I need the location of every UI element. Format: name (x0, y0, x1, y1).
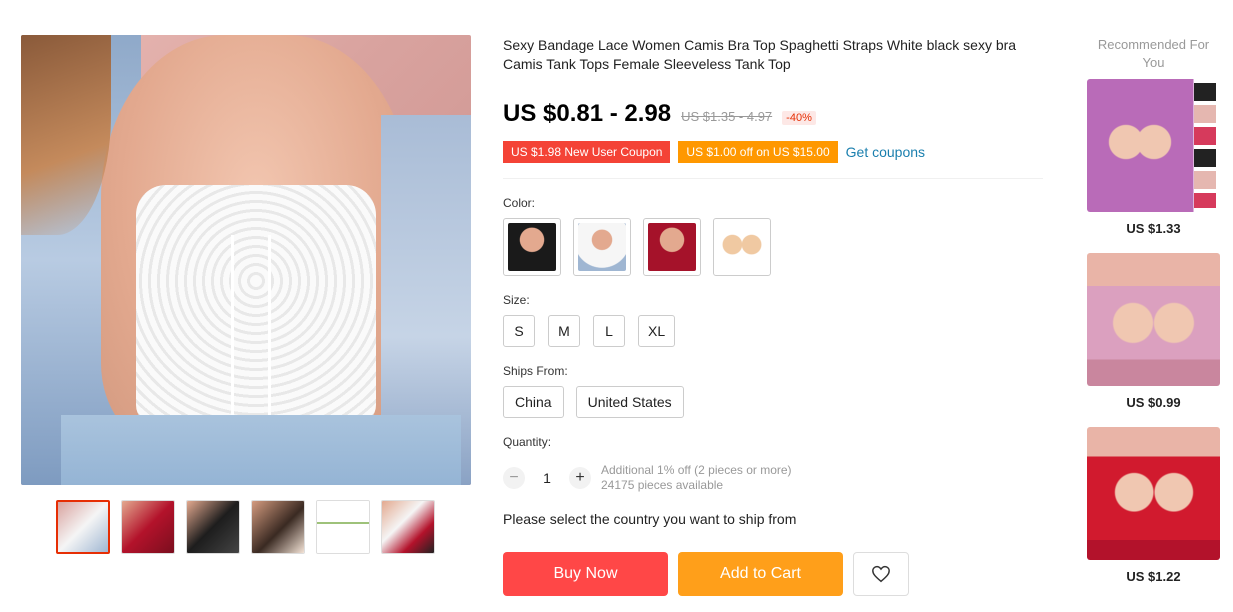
size-option-s[interactable]: S (503, 315, 535, 347)
thumbnail-2[interactable] (121, 500, 175, 554)
ships-from-options: China United States (503, 386, 684, 418)
get-coupons-link[interactable]: Get coupons (846, 144, 925, 160)
recommended-item-price: US $1.22 (1126, 569, 1181, 584)
ships-from-china[interactable]: China (503, 386, 564, 418)
thumbnail-strip (56, 500, 435, 554)
quantity-label: Quantity: (503, 435, 552, 449)
thumbnail-4[interactable] (251, 500, 305, 554)
size-label: Size: (503, 293, 530, 307)
stock-available-text: 24175 pieces available (601, 478, 724, 492)
recommended-item[interactable]: US $0.99 (1087, 253, 1220, 410)
quantity-increase-button[interactable]: + (569, 467, 591, 489)
thumbnail-1[interactable] (56, 500, 110, 554)
store-coupon[interactable]: US $1.00 off on US $15.00 (678, 141, 838, 163)
recommended-item[interactable]: US $1.22 (1087, 427, 1220, 584)
quantity-info: Additional 1% off (2 pieces or more) 241… (601, 463, 792, 493)
buy-now-button[interactable]: Buy Now (503, 552, 668, 596)
bulk-discount-text: Additional 1% off (2 pieces or more) (601, 463, 792, 477)
ships-from-label: Ships From: (503, 364, 568, 378)
recommended-item[interactable]: US $1.33 (1087, 79, 1220, 236)
main-product-image[interactable] (21, 35, 471, 485)
color-option-red[interactable] (643, 218, 701, 276)
size-option-l[interactable]: L (593, 315, 625, 347)
color-options (503, 218, 771, 276)
quantity-stepper: − 1 + Additional 1% off (2 pieces or mor… (503, 463, 792, 493)
ship-country-message: Please select the country you want to sh… (503, 511, 797, 527)
quantity-value[interactable]: 1 (525, 470, 569, 486)
coupon-row: US $1.98 New User Coupon US $1.00 off on… (503, 141, 925, 163)
recommended-item-price: US $1.33 (1126, 221, 1181, 236)
wishlist-button[interactable] (853, 552, 909, 596)
size-options: S M L XL (503, 315, 676, 347)
recommended-title: Recommended For You (1097, 37, 1210, 70)
discount-badge: -40% (782, 111, 816, 125)
add-to-cart-button[interactable]: Add to Cart (678, 552, 843, 596)
color-option-black[interactable] (503, 218, 561, 276)
heart-icon (872, 565, 890, 583)
recommended-item-image (1087, 253, 1220, 386)
original-price: US $1.35 - 4.97 (681, 109, 773, 124)
price-row: US $0.81 - 2.98 US $1.35 - 4.97 -40% (503, 100, 816, 128)
recommended-item-image (1087, 79, 1220, 212)
color-option-nude[interactable] (713, 218, 771, 276)
current-price: US $0.81 - 2.98 (503, 100, 672, 127)
product-title: Sexy Bandage Lace Women Camis Bra Top Sp… (503, 37, 1017, 72)
divider (503, 178, 1043, 179)
size-option-m[interactable]: M (548, 315, 580, 347)
recommended-item-price: US $0.99 (1126, 395, 1181, 410)
color-option-white[interactable] (573, 218, 631, 276)
size-option-xl[interactable]: XL (638, 315, 676, 347)
recommended-item-image (1087, 427, 1220, 560)
new-user-coupon[interactable]: US $1.98 New User Coupon (503, 141, 671, 163)
thumbnail-5[interactable] (316, 500, 370, 554)
image-jeans (61, 415, 461, 485)
color-label: Color: (503, 196, 536, 210)
thumbnail-3[interactable] (186, 500, 240, 554)
ships-from-united-states[interactable]: United States (575, 386, 684, 418)
thumbnail-6[interactable] (381, 500, 435, 554)
quantity-decrease-button[interactable]: − (503, 467, 525, 489)
